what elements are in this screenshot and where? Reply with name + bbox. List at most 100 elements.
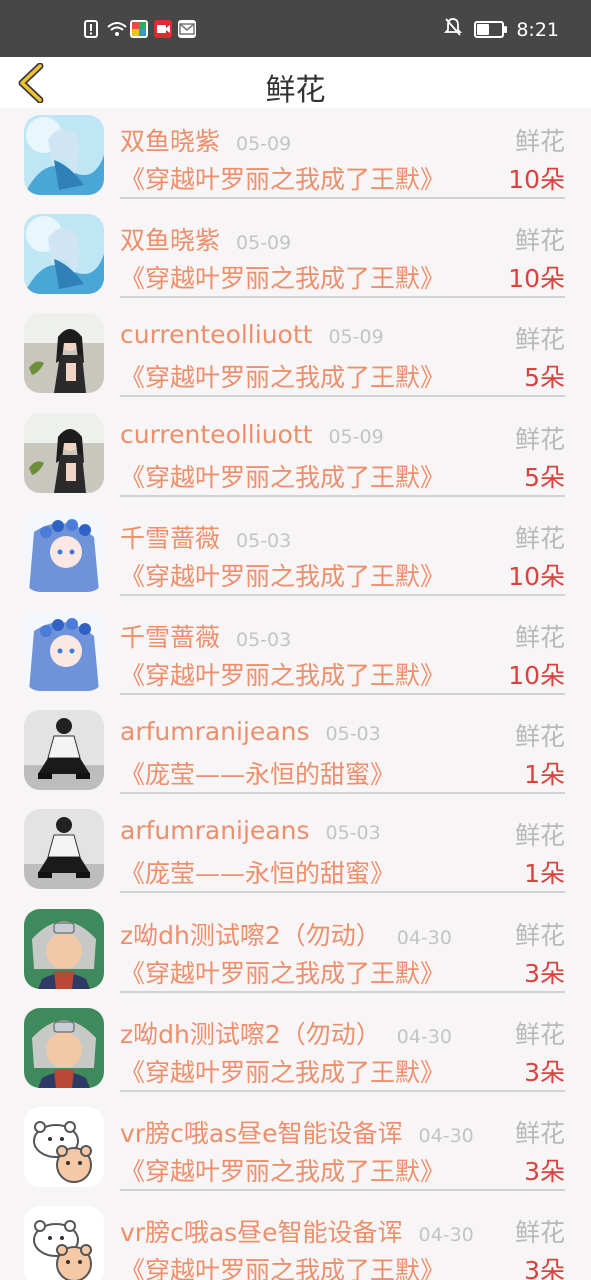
gift-date: 04-30 bbox=[418, 1125, 474, 1147]
user-avatar[interactable] bbox=[24, 1206, 104, 1280]
gift-count: 3朵 bbox=[524, 959, 565, 988]
list-item[interactable]: currenteolliuott 05-09 鲜花《穿越叶罗丽之我成了王默》 5朵 bbox=[0, 306, 591, 405]
list-item[interactable]: 双鱼晓紫 05-09 鲜花 《穿越叶罗丽之我成了王默》 10朵 bbox=[0, 207, 591, 306]
user-avatar[interactable] bbox=[24, 809, 104, 889]
gift-type-label: 鲜花 bbox=[514, 1119, 565, 1148]
wifi-icon bbox=[106, 20, 127, 38]
gift-type-label: 鲜花 bbox=[514, 127, 565, 156]
gift-count: 3朵 bbox=[524, 1058, 565, 1087]
user-avatar[interactable] bbox=[24, 710, 104, 790]
gift-date: 05-03 bbox=[325, 822, 381, 844]
user-info: 千雪蔷薇 05-03 bbox=[120, 519, 291, 555]
list-item[interactable]: vr膀c哦as昼e智能设备诨 04-30 鲜花 《穿越叶罗丽之我成了王默》 3朵 bbox=[0, 1100, 591, 1199]
row-divider bbox=[120, 891, 565, 893]
gift-count: 10朵 bbox=[508, 562, 565, 591]
book-title-link[interactable]: 《庞莹——永恒的甜蜜》 bbox=[120, 854, 395, 890]
book-title-link[interactable]: 《穿越叶罗丽之我成了王默》 bbox=[120, 160, 445, 196]
mute-bell-icon bbox=[444, 17, 463, 42]
user-name[interactable]: 千雪蔷薇 bbox=[120, 519, 220, 555]
book-title-link[interactable]: 《穿越叶罗丽之我成了王默》 bbox=[120, 458, 445, 494]
gift-count: 5朵 bbox=[524, 363, 565, 392]
system-status: 8:21 bbox=[444, 17, 559, 42]
book-title-link[interactable]: 《穿越叶罗丽之我成了王默》 bbox=[120, 259, 445, 295]
book-title-link[interactable]: 《穿越叶罗丽之我成了王默》 bbox=[120, 656, 445, 692]
user-name[interactable]: arfumranijeans bbox=[120, 816, 310, 845]
list-item[interactable]: arfumranijeans 05-03 鲜花《庞莹——永恒的甜蜜》 1朵 bbox=[0, 802, 591, 901]
user-avatar[interactable] bbox=[24, 413, 104, 493]
page-title: 鲜花 bbox=[265, 73, 326, 108]
gift-type-label: 鲜花 bbox=[514, 524, 565, 553]
gift-type-label: 鲜花 bbox=[514, 821, 565, 850]
top-nav-bar: 鲜花 bbox=[0, 57, 591, 108]
gift-count: 3朵 bbox=[524, 1256, 565, 1280]
user-info: arfumranijeans 05-03 bbox=[120, 816, 381, 845]
list-item[interactable]: z呦dh测试嚓2（勿动） 04-30 鲜花《穿越叶罗丽之我成了王默》 3朵 bbox=[0, 902, 591, 1001]
battery-icon bbox=[474, 21, 508, 38]
row-divider bbox=[120, 395, 565, 397]
user-name[interactable]: currenteolliuott bbox=[120, 420, 312, 449]
user-avatar[interactable] bbox=[24, 512, 104, 592]
user-info: 双鱼晓紫 05-09 bbox=[120, 221, 291, 257]
gift-date: 05-09 bbox=[328, 326, 384, 348]
book-title-link[interactable]: 《穿越叶罗丽之我成了王默》 bbox=[120, 1251, 445, 1280]
gift-type-label: 鲜花 bbox=[514, 325, 565, 354]
user-name[interactable]: vr膀c哦as昼e智能设备诨 bbox=[120, 1114, 403, 1150]
mail-app-icon bbox=[178, 20, 196, 38]
app-notification-icon bbox=[130, 20, 148, 38]
user-name[interactable]: z呦dh测试嚓2（勿动） bbox=[120, 1015, 381, 1051]
user-avatar[interactable] bbox=[24, 313, 104, 393]
row-divider bbox=[120, 1090, 565, 1092]
list-item[interactable]: 千雪蔷薇 05-03 鲜花《穿越叶罗丽之我成了王默》 10朵 bbox=[0, 505, 591, 604]
list-item[interactable]: z呦dh测试嚓2（勿动） 04-30 鲜花《穿越叶罗丽之我成了王默》 3朵 bbox=[0, 1001, 591, 1100]
book-title-link[interactable]: 《穿越叶罗丽之我成了王默》 bbox=[120, 1152, 445, 1188]
list-item[interactable]: 千雪蔷薇 05-03 鲜花 《穿越叶罗丽之我成了王默》 10朵 bbox=[0, 604, 591, 703]
gift-date: 05-03 bbox=[236, 530, 292, 552]
gift-type-label: 鲜花 bbox=[514, 226, 565, 255]
user-name[interactable]: arfumranijeans bbox=[120, 717, 310, 746]
user-avatar[interactable] bbox=[24, 214, 104, 294]
status-bar: 8:21 bbox=[0, 0, 591, 57]
gift-record-list[interactable]: 双鱼晓紫 05-09 鲜花 《穿越叶罗丽之我成了王默》 10朵 双鱼晓紫 05-09 鲜花 《穿… bbox=[0, 108, 591, 1280]
gift-type-label: 鲜花 bbox=[514, 921, 565, 950]
user-name[interactable]: 双鱼晓紫 bbox=[120, 221, 220, 257]
list-item[interactable]: vr膀c哦as昼e智能设备诨 04-30 鲜花《穿越叶罗丽之我成了王默》 3朵 bbox=[0, 1199, 591, 1280]
gift-date: 05-09 bbox=[328, 426, 384, 448]
book-title-link[interactable]: 《穿越叶罗丽之我成了王默》 bbox=[120, 954, 445, 990]
user-avatar[interactable] bbox=[24, 909, 104, 989]
book-title-link[interactable]: 《庞莹——永恒的甜蜜》 bbox=[120, 755, 395, 791]
book-title-link[interactable]: 《穿越叶罗丽之我成了王默》 bbox=[120, 358, 445, 394]
user-info: vr膀c哦as昼e智能设备诨 04-30 bbox=[120, 1213, 474, 1249]
book-title-link[interactable]: 《穿越叶罗丽之我成了王默》 bbox=[120, 557, 445, 593]
user-name[interactable]: currenteolliuott bbox=[120, 320, 312, 349]
user-info: arfumranijeans 05-03 bbox=[120, 717, 381, 746]
user-name[interactable]: vr膀c哦as昼e智能设备诨 bbox=[120, 1213, 403, 1249]
clock: 8:21 bbox=[516, 18, 559, 41]
user-avatar[interactable] bbox=[24, 611, 104, 691]
video-app-icon bbox=[154, 20, 172, 38]
alert-icon bbox=[82, 20, 100, 38]
gift-count: 10朵 bbox=[508, 165, 565, 194]
gift-count: 1朵 bbox=[524, 760, 565, 789]
user-info: z呦dh测试嚓2（勿动） 04-30 bbox=[120, 1015, 452, 1051]
gift-count: 10朵 bbox=[508, 661, 565, 690]
gift-date: 05-09 bbox=[236, 232, 292, 254]
user-name[interactable]: 千雪蔷薇 bbox=[120, 618, 220, 654]
gift-type-label: 鲜花 bbox=[514, 1218, 565, 1247]
row-divider bbox=[120, 792, 565, 794]
list-item[interactable]: currenteolliuott 05-09 鲜花《穿越叶罗丽之我成了王默》 5朵 bbox=[0, 406, 591, 505]
user-name[interactable]: 双鱼晓紫 bbox=[120, 122, 220, 158]
gift-type-label: 鲜花 bbox=[514, 425, 565, 454]
gift-type-label: 鲜花 bbox=[514, 1020, 565, 1049]
book-title-link[interactable]: 《穿越叶罗丽之我成了王默》 bbox=[120, 1053, 445, 1089]
gift-count: 1朵 bbox=[524, 859, 565, 888]
row-divider bbox=[120, 594, 565, 596]
user-name[interactable]: z呦dh测试嚓2（勿动） bbox=[120, 916, 381, 952]
user-avatar[interactable] bbox=[24, 115, 104, 195]
list-item[interactable]: 双鱼晓紫 05-09 鲜花 《穿越叶罗丽之我成了王默》 10朵 bbox=[0, 108, 591, 207]
user-avatar[interactable] bbox=[24, 1107, 104, 1187]
user-info: vr膀c哦as昼e智能设备诨 04-30 bbox=[120, 1114, 474, 1150]
user-avatar[interactable] bbox=[24, 1008, 104, 1088]
gift-date: 04-30 bbox=[396, 927, 452, 949]
gift-count: 5朵 bbox=[524, 463, 565, 492]
list-item[interactable]: arfumranijeans 05-03 鲜花 《庞莹——永恒的甜蜜》 1朵 bbox=[0, 703, 591, 802]
